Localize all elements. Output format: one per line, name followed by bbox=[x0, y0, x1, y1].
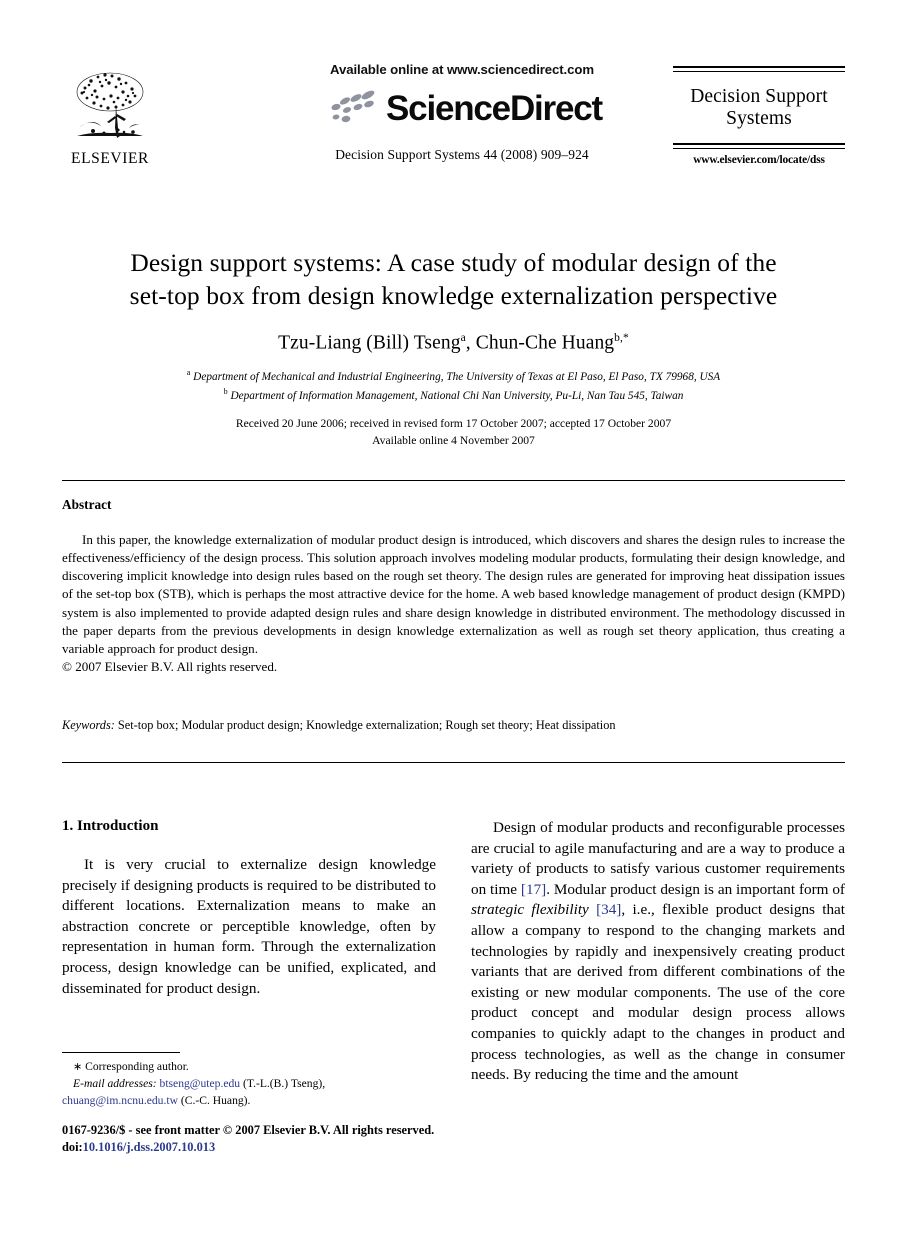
author-name-1: Tzu-Liang (Bill) Tseng bbox=[278, 332, 461, 354]
email-addresses-line-2: chuang@im.ncnu.edu.tw (C.-C. Huang). bbox=[62, 1093, 436, 1110]
emphasis-strategic-flexibility: strategic flexibility bbox=[471, 901, 589, 919]
column-right: Design of modular products and reconfigu… bbox=[471, 818, 845, 1086]
journal-box-top-rule bbox=[673, 66, 845, 72]
paragraph-intro-left-1: It is very crucial to externalize design… bbox=[62, 856, 436, 997]
page-title: Design support systems: A case study of … bbox=[62, 246, 845, 312]
abstract-heading: Abstract bbox=[62, 497, 112, 512]
author-affil-mark-2: b,* bbox=[614, 332, 629, 345]
paper-title-line2: set-top box from design knowledge extern… bbox=[129, 281, 778, 311]
journal-article-page: ELSEVIER Available online at www.science… bbox=[0, 0, 907, 1238]
masthead: ELSEVIER Available online at www.science… bbox=[62, 62, 845, 192]
sciencedirect-swoosh-icon bbox=[331, 90, 375, 123]
citation-ref-34[interactable]: [34] bbox=[596, 901, 621, 918]
affiliation-b-text: Department of Information Management, Na… bbox=[230, 389, 684, 402]
email-link-2[interactable]: chuang@im.ncnu.edu.tw bbox=[62, 1094, 178, 1107]
journal-logo-box: Decision Support Systems www.elsevier.co… bbox=[673, 66, 845, 166]
sciencedirect-block: Available online at www.sciencedirect.co… bbox=[252, 62, 672, 163]
publication-dates: Received 20 June 2006; received in revis… bbox=[62, 416, 845, 449]
journal-box-url[interactable]: www.elsevier.com/locate/dss bbox=[673, 154, 845, 166]
abstract-bottom-rule bbox=[62, 762, 845, 763]
email-addresses-line: E-mail addresses: btseng@utep.edu (T.-L.… bbox=[62, 1076, 436, 1093]
affiliation-b-mark: b bbox=[223, 386, 228, 396]
doi-line: doi:10.1016/j.dss.2007.10.013 bbox=[62, 1139, 452, 1156]
sciencedirect-wordmark: ScienceDirect bbox=[386, 88, 603, 128]
asterisk-icon: ∗ bbox=[73, 1061, 83, 1073]
author-list: Tzu-Liang (Bill) Tsenga, Chun-Che Huangb… bbox=[62, 332, 845, 355]
elsevier-tree-icon bbox=[76, 72, 144, 138]
author-separator: , bbox=[465, 332, 476, 354]
footnote-rule bbox=[62, 1052, 180, 1053]
title-block: Design support systems: A case study of … bbox=[62, 246, 845, 449]
elsevier-wordmark: ELSEVIER bbox=[71, 150, 149, 167]
journal-box-bottom-rule bbox=[673, 142, 845, 149]
received-dates-line: Received 20 June 2006; received in revis… bbox=[235, 417, 672, 431]
email-owner-1: (T.-L.(B.) Tseng), bbox=[242, 1076, 326, 1090]
email-link-1[interactable]: btseng@utep.edu bbox=[160, 1077, 241, 1090]
paragraph-intro-right-1: Design of modular products and reconfigu… bbox=[471, 818, 845, 1086]
issn-front-matter-line: 0167-9236/$ - see front matter © 2007 El… bbox=[62, 1123, 435, 1137]
right-par-part2: . Modular product design is an important… bbox=[546, 880, 845, 898]
right-par-part4: , i.e., flexible product designs that al… bbox=[471, 901, 845, 1084]
doi-label: doi: bbox=[62, 1139, 83, 1154]
right-par-space bbox=[589, 901, 596, 918]
abstract-top-rule bbox=[62, 480, 845, 481]
abstract-section: Abstract In this paper, the knowledge ex… bbox=[62, 497, 845, 676]
footnote-block: ∗ Corresponding author. E-mail addresses… bbox=[62, 1052, 436, 1110]
paper-title-line1: Design support systems: A case study of … bbox=[130, 248, 777, 277]
author-name-2: Chun-Che Huang bbox=[475, 332, 615, 354]
affiliation-b: b Department of Information Management, … bbox=[62, 386, 845, 404]
citation-ref-17[interactable]: [17] bbox=[521, 881, 546, 898]
section-heading-introduction: 1. Introduction bbox=[62, 818, 159, 834]
journal-box-title-line2: Systems bbox=[726, 107, 792, 129]
column-left: 1. Introduction It is very crucial to ex… bbox=[62, 818, 436, 999]
affiliation-a-mark: a bbox=[186, 367, 191, 377]
abstract-copyright: © 2007 Elsevier B.V. All rights reserved… bbox=[62, 658, 278, 674]
affiliations: a Department of Mechanical and Industria… bbox=[62, 367, 845, 404]
journal-reference: Decision Support Systems 44 (2008) 909–9… bbox=[335, 147, 589, 162]
corresponding-author-text: Corresponding author. bbox=[85, 1060, 189, 1073]
keywords-list: Set-top box; Modular product design; Kno… bbox=[117, 718, 616, 732]
affiliation-a-text: Department of Mechanical and Industrial … bbox=[193, 370, 721, 383]
affiliation-a: a Department of Mechanical and Industria… bbox=[62, 367, 845, 385]
imprint-block: 0167-9236/$ - see front matter © 2007 El… bbox=[62, 1122, 452, 1155]
elsevier-logo: ELSEVIER bbox=[62, 66, 158, 167]
keywords-label: Keywords: bbox=[62, 718, 115, 732]
journal-box-title: Decision Support Systems bbox=[673, 86, 845, 130]
doi-link[interactable]: 10.1016/j.dss.2007.10.013 bbox=[83, 1140, 216, 1154]
available-online-line: Available online 4 November 2007 bbox=[372, 433, 535, 447]
available-online-text: Available online at www.sciencedirect.co… bbox=[330, 62, 594, 77]
email-addresses-label: E-mail addresses: bbox=[73, 1076, 157, 1090]
email-owner-2: (C.-C. Huang). bbox=[180, 1093, 251, 1107]
journal-box-title-line1: Decision Support bbox=[690, 86, 828, 107]
abstract-body: In this paper, the knowledge externaliza… bbox=[62, 532, 845, 656]
corresponding-author-note: ∗ Corresponding author. bbox=[62, 1059, 436, 1076]
keywords-line: Keywords: Set-top box; Modular product d… bbox=[62, 718, 845, 733]
